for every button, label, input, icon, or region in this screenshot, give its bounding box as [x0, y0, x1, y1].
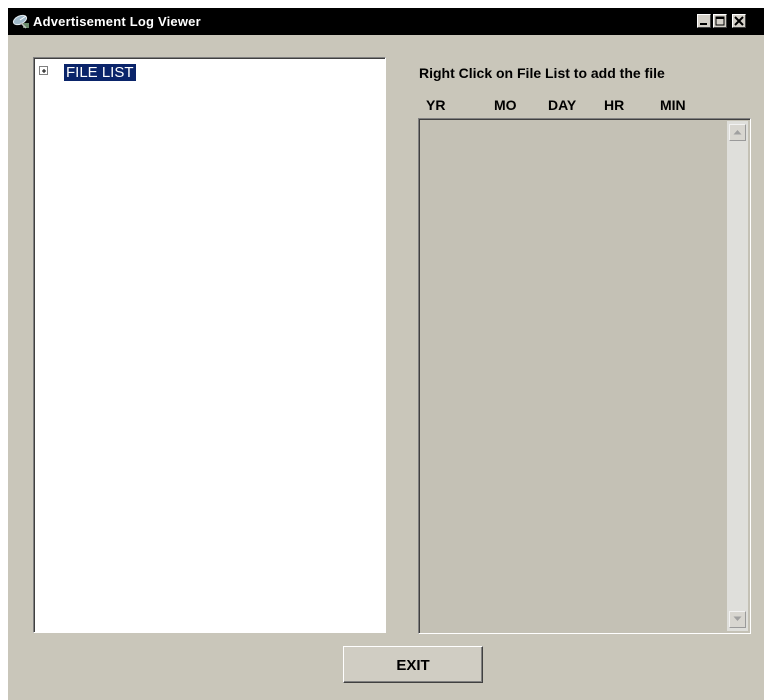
scroll-up-button[interactable]: [729, 124, 746, 141]
file-list-tree[interactable]: FILE LIST: [33, 57, 386, 633]
column-header-min: MIN: [660, 97, 686, 113]
scroll-down-button[interactable]: [729, 611, 746, 628]
log-entries-list[interactable]: [418, 118, 751, 634]
arrow-down-icon: [733, 616, 742, 621]
exit-button[interactable]: EXIT: [343, 646, 483, 683]
main-window: Advertisement Log Viewer FILE LIST Right…: [8, 8, 764, 700]
window-title: Advertisement Log Viewer: [33, 14, 201, 29]
satellite-dish-icon: [12, 13, 32, 30]
column-header-mo: MO: [494, 97, 517, 113]
tree-root-file-list[interactable]: FILE LIST: [64, 64, 136, 81]
maximize-button[interactable]: [713, 14, 727, 28]
instruction-text: Right Click on File List to add the file: [419, 65, 665, 81]
title-bar[interactable]: Advertisement Log Viewer: [8, 8, 764, 35]
close-button[interactable]: [732, 14, 746, 28]
vertical-scrollbar[interactable]: [727, 121, 748, 631]
column-header-yr: YR: [426, 97, 446, 113]
arrow-up-icon: [733, 130, 742, 135]
maximize-icon: [715, 16, 725, 26]
minimize-button[interactable]: [697, 14, 711, 28]
column-header-hr: HR: [604, 97, 625, 113]
column-header-day: DAY: [548, 97, 577, 113]
expand-plus-icon[interactable]: [39, 66, 48, 75]
close-icon: [734, 16, 744, 26]
minimize-icon: [700, 23, 707, 25]
